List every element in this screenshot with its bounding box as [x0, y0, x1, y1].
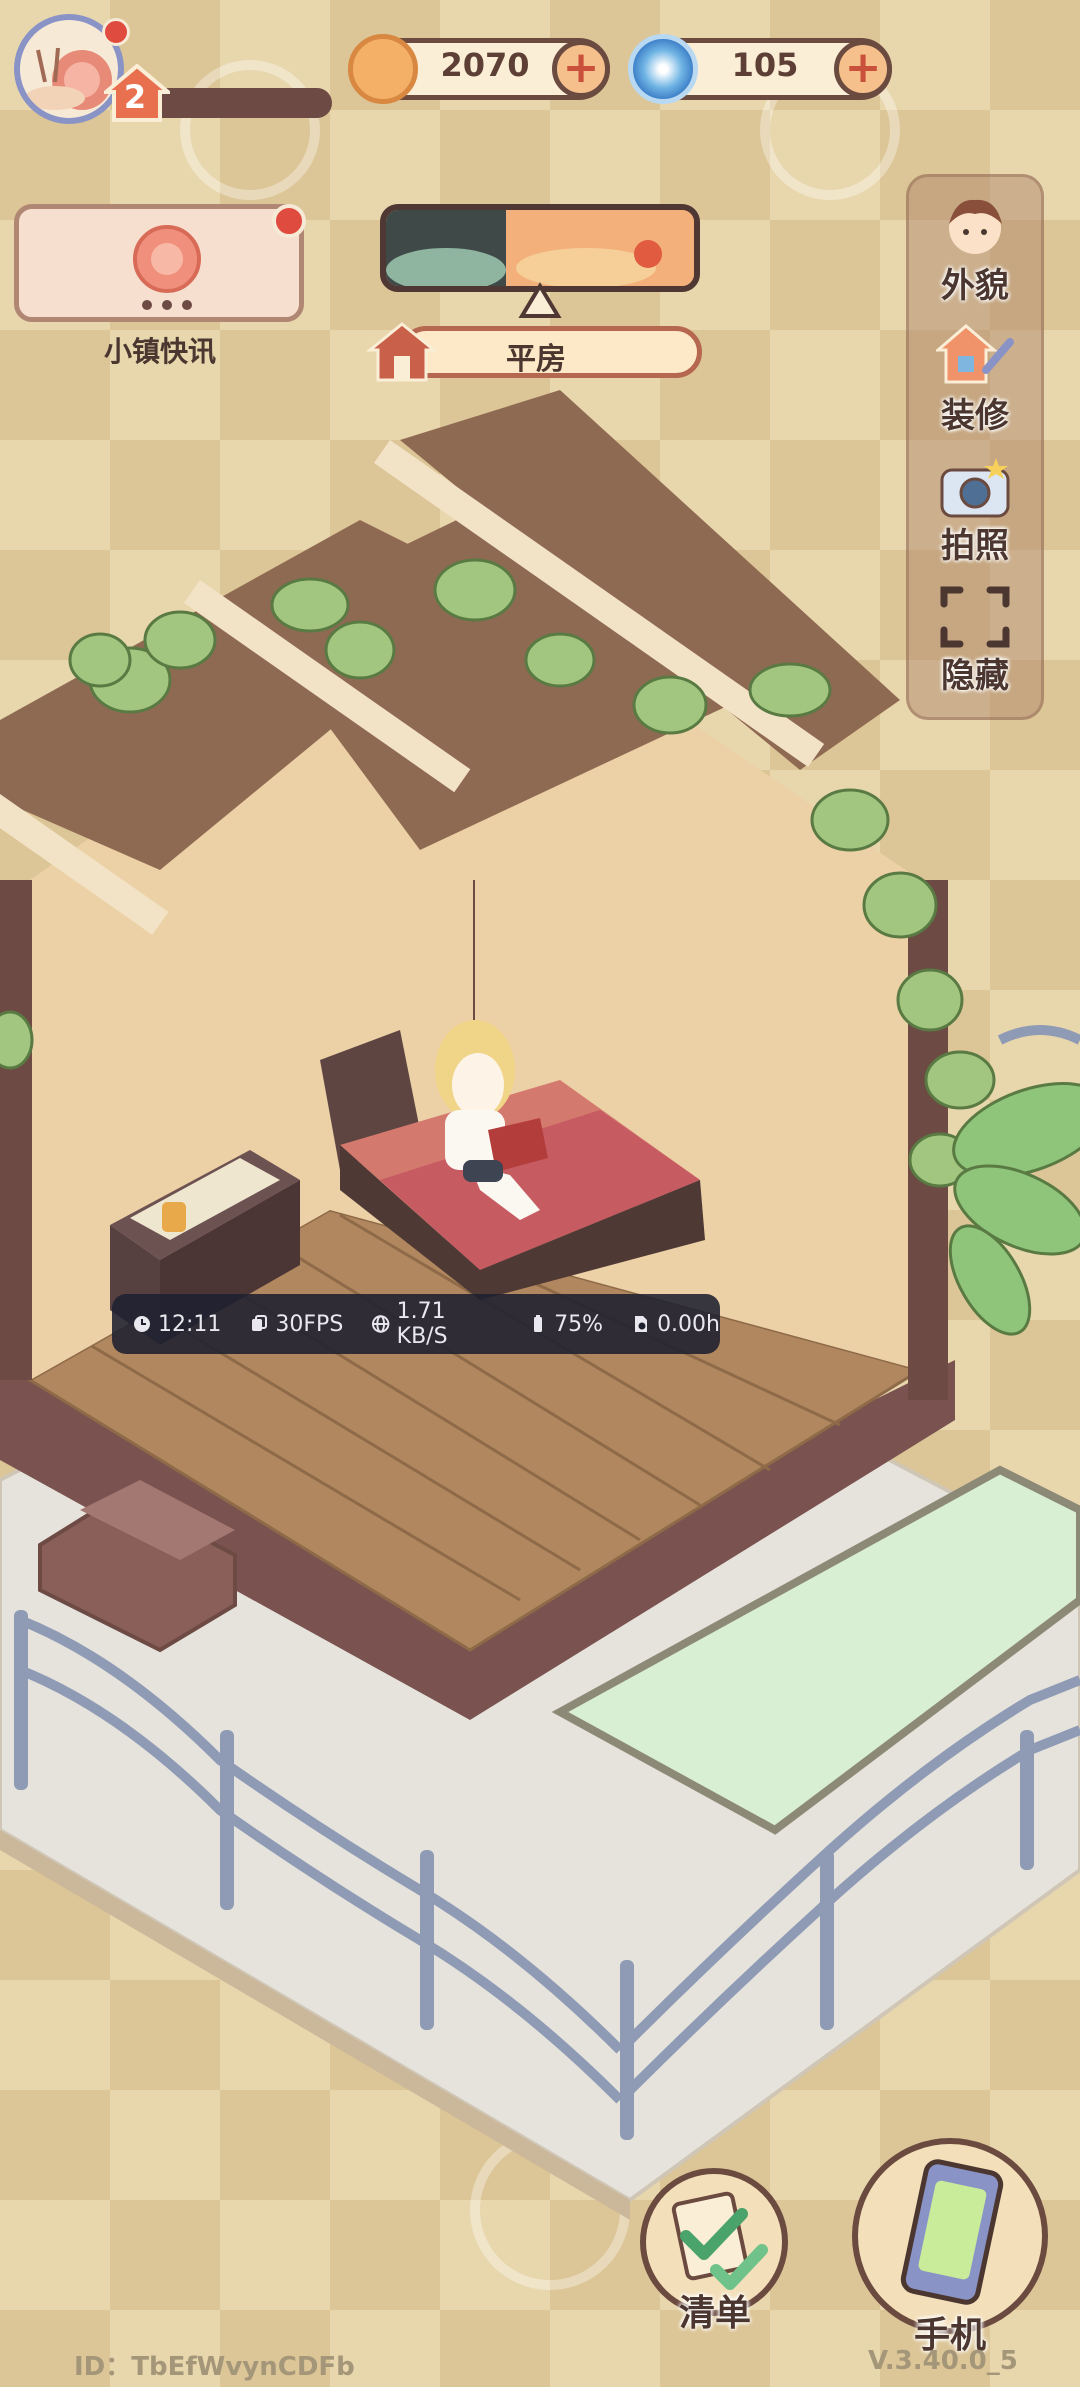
- network-value: 1.71 KB/S: [396, 1299, 448, 1349]
- camera-icon: [940, 458, 1010, 518]
- performance-stats-bar: 12:11 30FPS 1.71 KB/S 75% 0.00h: [112, 1294, 720, 1354]
- clock-stat: 12:11: [132, 1312, 221, 1337]
- playtime-stat: 0.00h: [631, 1312, 720, 1337]
- news-notification-dot: [272, 204, 306, 238]
- battery-icon: [534, 1315, 543, 1332]
- house-type-label: 平房: [506, 342, 566, 377]
- playtime-value: 0.00h: [657, 1311, 720, 1337]
- fullscreen-frame-icon: [940, 586, 1010, 648]
- house-wrench-icon: [936, 324, 1014, 384]
- globe-icon: [372, 1315, 390, 1333]
- add-coins-button[interactable]: +: [552, 40, 610, 98]
- decorate-label: 装修: [941, 396, 1009, 436]
- timer-file-icon: [635, 1316, 648, 1332]
- battery-value: 75%: [554, 1311, 604, 1337]
- coins-value: 2070: [440, 46, 530, 84]
- town-news-label: 小镇快讯: [103, 335, 216, 368]
- clock-value: 12:11: [158, 1311, 222, 1337]
- player-level: 2: [123, 78, 147, 116]
- decorate-button[interactable]: 装修: [906, 320, 1044, 440]
- gems-value: 105: [731, 46, 799, 84]
- phone-button[interactable]: [852, 2138, 1048, 2334]
- fps-stat: 30FPS: [249, 1312, 343, 1337]
- weather-indicator[interactable]: [380, 204, 700, 292]
- app-version: V.3.40.0_5: [868, 2346, 1018, 2376]
- coffee-mug: [162, 1202, 186, 1232]
- hide-ui-button[interactable]: 隐藏: [906, 580, 1044, 700]
- appearance-button[interactable]: 外貌: [906, 190, 1044, 310]
- battery-stat: 75%: [528, 1312, 603, 1337]
- photo-label: 拍照: [941, 526, 1009, 566]
- clock-icon: [134, 1316, 150, 1332]
- appearance-label: 外貌: [941, 266, 1009, 306]
- photo-button[interactable]: 拍照: [906, 450, 1044, 570]
- player-id: ID：TbEfWvynCDFb: [74, 2352, 355, 2382]
- copy-icon: [252, 1315, 268, 1331]
- checklist-label: 清单: [678, 2293, 751, 2334]
- character-face-icon: [949, 199, 1002, 254]
- left-post: [0, 880, 32, 1380]
- sunset-weather-icon: [386, 210, 694, 286]
- fps-value: 30FPS: [275, 1311, 344, 1337]
- snail-shell-icon: [133, 225, 201, 310]
- swirl-gem-icon: [628, 34, 698, 104]
- add-gems-button[interactable]: +: [834, 40, 892, 98]
- avatar-notification-dot: [102, 18, 130, 46]
- hide-ui-label: 隐藏: [941, 656, 1009, 696]
- phone-icon: [900, 2159, 1004, 2305]
- coin-icon: [348, 34, 418, 104]
- weather-pointer-icon: [518, 282, 562, 318]
- network-stat: 1.71 KB/S: [371, 1299, 500, 1349]
- town-news-button[interactable]: [14, 204, 304, 322]
- house-icon: [366, 322, 438, 382]
